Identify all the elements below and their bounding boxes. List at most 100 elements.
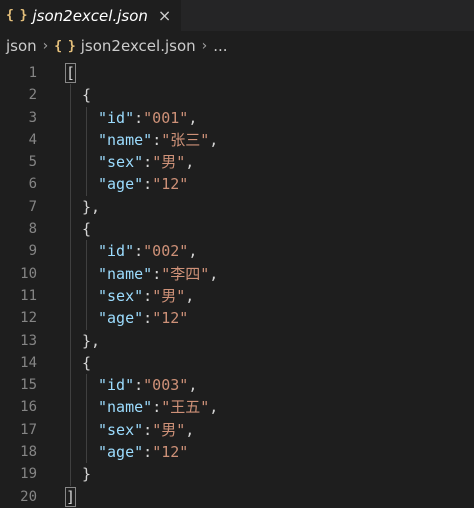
- code-text: "sex":"男",: [98, 419, 194, 441]
- line-number: 7: [28, 198, 37, 215]
- code-line[interactable]: 20]: [0, 486, 474, 508]
- chevron-right-icon: ›: [42, 38, 49, 54]
- line-number: 20: [20, 488, 37, 505]
- code-editor[interactable]: 1[2{3 "id":"001", 4 "name":"张三", 5 "sex":"男",…: [0, 61, 474, 508]
- code-line[interactable]: 14 {: [0, 352, 474, 374]
- tab-label: json2excel.json: [32, 6, 148, 25]
- json-string: "李四": [161, 264, 210, 283]
- json-punctuation: ,: [188, 108, 198, 127]
- json-punctuation: ,: [185, 153, 195, 172]
- json-punctuation: :: [152, 130, 162, 149]
- json-key: "name": [98, 130, 153, 149]
- json-string: "002": [143, 242, 189, 261]
- json-punctuation: :: [143, 420, 153, 439]
- line-number: 5: [28, 154, 37, 171]
- code-line[interactable]: 7},: [0, 196, 474, 218]
- line-number: 13: [20, 332, 37, 349]
- code-line[interactable]: 12 "age":"12": [0, 307, 474, 329]
- code-line[interactable]: 8{: [0, 218, 474, 240]
- json-punctuation: :: [134, 376, 144, 395]
- code-text: ]: [64, 486, 77, 508]
- json-string: "男": [152, 286, 186, 305]
- code-line[interactable]: 3 "id":"001",: [0, 107, 474, 129]
- code-line[interactable]: 18 "age":"12": [0, 441, 474, 463]
- json-key: "name": [98, 264, 153, 283]
- chevron-right-icon: ›: [201, 38, 208, 54]
- json-key: "age": [98, 309, 144, 328]
- breadcrumb-folder[interactable]: json: [6, 37, 37, 55]
- json-punctuation: ,: [188, 242, 198, 261]
- code-line[interactable]: 4 "name":"张三",: [0, 129, 474, 151]
- json-file-icon: { }: [6, 8, 28, 23]
- code-line[interactable]: 15 "id":"003",: [0, 374, 474, 396]
- code-line[interactable]: 10 "name":"李四",: [0, 263, 474, 285]
- code-line[interactable]: 19}: [0, 463, 474, 485]
- json-punctuation: :: [152, 264, 162, 283]
- code-text: "sex":"男",: [98, 151, 194, 173]
- close-icon[interactable]: ×: [158, 6, 171, 25]
- json-string: "王五": [161, 398, 210, 417]
- json-key: "id": [98, 242, 135, 261]
- json-key: "id": [98, 108, 135, 127]
- line-number: 17: [20, 421, 37, 438]
- json-punctuation: }: [82, 465, 92, 484]
- code-line[interactable]: 13},: [0, 330, 474, 352]
- tab-json2excel[interactable]: { } json2excel.json ×: [0, 0, 182, 31]
- breadcrumb-file[interactable]: json2excel.json: [81, 37, 196, 55]
- json-punctuation: {: [82, 353, 92, 372]
- json-punctuation: :: [143, 309, 153, 328]
- line-number: 1: [28, 65, 37, 81]
- code-text: "name":"张三",: [98, 129, 218, 151]
- breadcrumb: json › { } json2excel.json › ...: [0, 31, 474, 61]
- editor-window: { } json2excel.json × json › { } json2ex…: [0, 0, 474, 508]
- json-string: "003": [143, 376, 189, 395]
- code-text: [: [64, 62, 77, 84]
- indent-guide: [86, 106, 87, 196]
- json-key: "sex": [98, 153, 144, 172]
- json-key: "sex": [98, 420, 144, 439]
- code-text: "age":"12": [98, 441, 188, 463]
- code-text: "name":"王五",: [98, 396, 218, 418]
- json-key: "sex": [98, 286, 144, 305]
- json-punctuation: {: [82, 220, 92, 239]
- json-punctuation: :: [143, 443, 153, 462]
- code-text: "id":"001",: [98, 107, 197, 129]
- json-punctuation: :: [143, 153, 153, 172]
- indent-guide: [86, 240, 87, 330]
- json-punctuation: :: [134, 108, 144, 127]
- line-number: 19: [20, 466, 37, 483]
- code-line[interactable]: 9 "id":"002",: [0, 240, 474, 262]
- code-text: }: [82, 463, 91, 485]
- json-punctuation: ,: [185, 420, 195, 439]
- code-line[interactable]: 2{: [0, 84, 474, 106]
- code-line[interactable]: 17 "sex":"男",: [0, 419, 474, 441]
- code-text: "id":"002",: [98, 240, 197, 262]
- json-punctuation: :: [134, 242, 144, 261]
- code-text: },: [82, 196, 100, 218]
- code-text: "sex":"男",: [98, 285, 194, 307]
- json-punctuation: ]: [64, 486, 77, 507]
- code-line[interactable]: 1[: [0, 62, 474, 84]
- json-punctuation: :: [143, 286, 153, 305]
- code-line[interactable]: 5 "sex":"男",: [0, 151, 474, 173]
- json-punctuation: ,: [188, 376, 198, 395]
- code-line[interactable]: 6 "age":"12": [0, 173, 474, 195]
- json-punctuation: ,: [209, 264, 219, 283]
- code-text: },: [82, 330, 100, 352]
- code-text: {: [82, 218, 91, 240]
- line-number: 8: [28, 221, 37, 238]
- code-text: "age":"12": [98, 173, 188, 195]
- line-number: 2: [28, 87, 37, 104]
- json-key: "age": [98, 443, 144, 462]
- code-text: "name":"李四",: [98, 263, 218, 285]
- line-number: 16: [20, 399, 37, 416]
- code-text: "id":"003",: [98, 374, 197, 396]
- code-line[interactable]: 16 "name":"王五",: [0, 396, 474, 418]
- json-punctuation: },: [82, 331, 101, 350]
- line-number: 10: [20, 265, 37, 282]
- line-number: 12: [20, 310, 37, 327]
- json-string: "12": [152, 443, 189, 462]
- json-punctuation: },: [82, 197, 101, 216]
- breadcrumb-more[interactable]: ...: [213, 37, 227, 55]
- code-line[interactable]: 11 "sex":"男",: [0, 285, 474, 307]
